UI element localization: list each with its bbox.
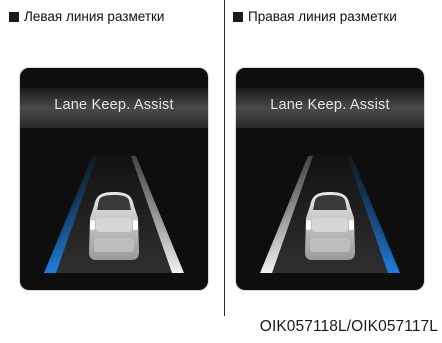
car-icon [305, 192, 355, 260]
left-lane-caption-text: Левая линия разметки [24, 9, 165, 24]
square-bullet-icon [233, 12, 243, 22]
column-divider [224, 0, 225, 316]
car-icon [89, 192, 139, 260]
right-lane-display: Lane Keep. Assist [236, 68, 424, 290]
square-bullet-icon [9, 12, 19, 22]
right-panel-title: Lane Keep. Assist [270, 97, 390, 113]
left-lane-caption: Левая линия разметки [9, 9, 164, 25]
figure-code: OIK057118L/OIK057117L [259, 318, 438, 335]
left-panel-title: Lane Keep. Assist [54, 97, 174, 113]
right-lane-caption: Правая линия разметки [233, 9, 397, 25]
left-lane-display: Lane Keep. Assist [20, 68, 208, 290]
right-lane-caption-text: Правая линия разметки [248, 9, 397, 24]
